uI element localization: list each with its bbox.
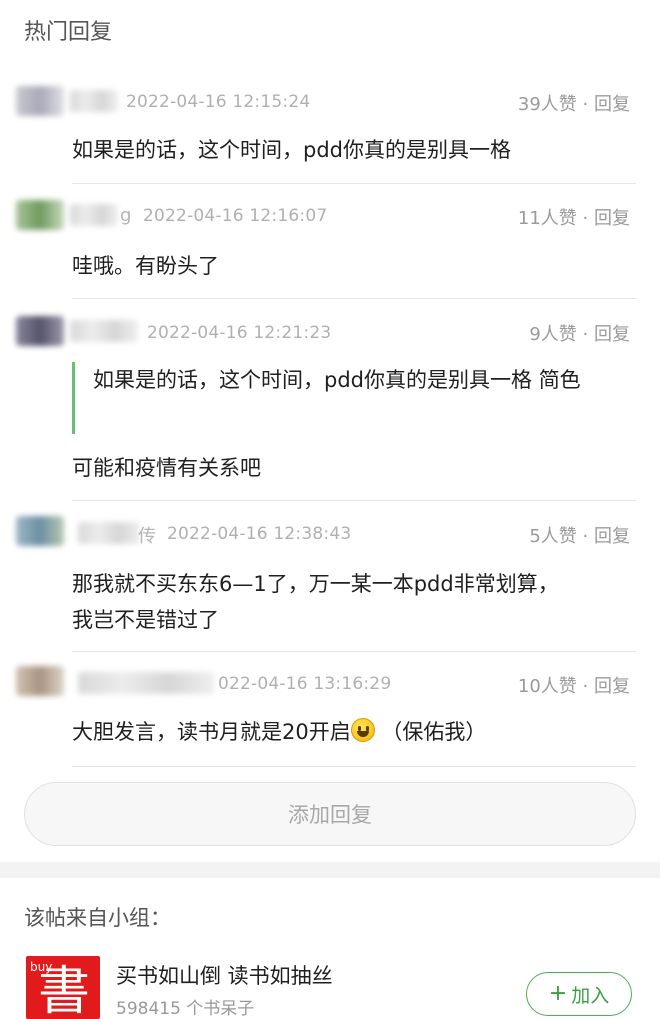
comment-text-line: 那我就不买东东6—1了，万一某一本pdd非常划算， — [72, 572, 559, 596]
quoted-reply: 如果是的话，这个时间，pdd你真的是别具一格 简色 — [72, 362, 642, 434]
comment-text-part: （保佑我） — [374, 720, 487, 744]
divider — [72, 298, 636, 299]
comment-time: 2022-04-16 12:15:24 — [126, 92, 311, 112]
join-group-button[interactable]: + 加入 — [526, 972, 632, 1016]
comment-actions: 9人赞 · 回复 — [529, 320, 630, 346]
avatar[interactable] — [16, 666, 64, 696]
like-count[interactable]: 39人赞 — [518, 94, 577, 115]
reply-link[interactable]: · 回复 — [583, 208, 630, 229]
comment-text-line: 我岂不是错过了 — [72, 608, 219, 632]
quoted-text: 如果是的话，这个时间，pdd你真的是别具一格 — [93, 368, 532, 392]
comment-actions: 39人赞 · 回复 — [518, 90, 630, 116]
username-blurred[interactable] — [78, 522, 140, 544]
divider — [72, 766, 636, 767]
comment-actions: 5人赞 · 回复 — [529, 522, 630, 548]
avatar[interactable] — [16, 200, 64, 230]
reply-link[interactable]: · 回复 — [583, 526, 630, 547]
plus-icon: + — [548, 981, 568, 1006]
reply-link[interactable]: · 回复 — [583, 324, 630, 345]
comment-text: 可能和疫情有关系吧 — [72, 456, 261, 480]
like-count[interactable]: 9人赞 — [529, 324, 576, 345]
like-count[interactable]: 10人赞 — [518, 676, 577, 697]
username-tail[interactable]: 传 — [138, 522, 156, 548]
comment-time: 2022-04-16 12:21:23 — [147, 323, 332, 343]
username-blurred[interactable] — [78, 672, 214, 694]
reply-link[interactable]: · 回复 — [583, 94, 630, 115]
username-blurred[interactable] — [70, 204, 118, 226]
group-logo-glyph: 書 — [38, 962, 91, 1019]
hot-replies-title: 热门回复 — [24, 20, 113, 45]
add-reply-button[interactable]: 添加回复 — [24, 782, 636, 846]
comment-text: 哇哦。有盼头了 — [72, 254, 219, 278]
join-label: 加入 — [571, 984, 610, 1007]
avatar[interactable] — [16, 316, 64, 346]
avatar[interactable] — [16, 86, 64, 116]
comment-text: 大胆发言，读书月就是20开启 （保佑我） — [72, 714, 642, 750]
quoted-author[interactable]: 简色 — [539, 368, 581, 392]
section-separator — [0, 862, 660, 878]
group-member-count: 598415 个书呆子 — [116, 999, 255, 1019]
username-tail[interactable]: g — [120, 205, 131, 226]
comment-time: 2022-04-16 12:38:43 — [167, 524, 352, 544]
reply-link[interactable]: · 回复 — [583, 676, 630, 697]
username-blurred[interactable] — [70, 320, 138, 342]
like-count[interactable]: 11人赞 — [518, 208, 577, 229]
group-source-label: 该帖来自小组： — [24, 906, 171, 930]
grinning-emoji-icon — [350, 718, 375, 742]
divider — [72, 651, 636, 652]
comment-text: 那我就不买东东6—1了，万一某一本pdd非常划算， 我岂不是错过了 — [72, 566, 642, 638]
like-count[interactable]: 5人赞 — [529, 526, 576, 547]
username-blurred[interactable] — [70, 90, 118, 112]
divider — [72, 500, 636, 501]
comment-actions: 10人赞 · 回复 — [518, 672, 630, 698]
comment-text-part: 大胆发言，读书月就是20开启 — [72, 720, 351, 744]
avatar[interactable] — [16, 516, 64, 546]
comment-actions: 11人赞 · 回复 — [518, 204, 630, 230]
comment-text: 如果是的话，这个时间，pdd你真的是别具一格 — [72, 138, 511, 162]
comment-time: 022-04-16 13:16:29 — [218, 674, 392, 694]
group-name[interactable]: 买书如山倒 读书如抽丝 — [116, 960, 333, 990]
group-logo[interactable]: buy 書 — [26, 956, 100, 1019]
comment-time: 2022-04-16 12:16:07 — [143, 206, 328, 226]
divider — [72, 183, 636, 184]
